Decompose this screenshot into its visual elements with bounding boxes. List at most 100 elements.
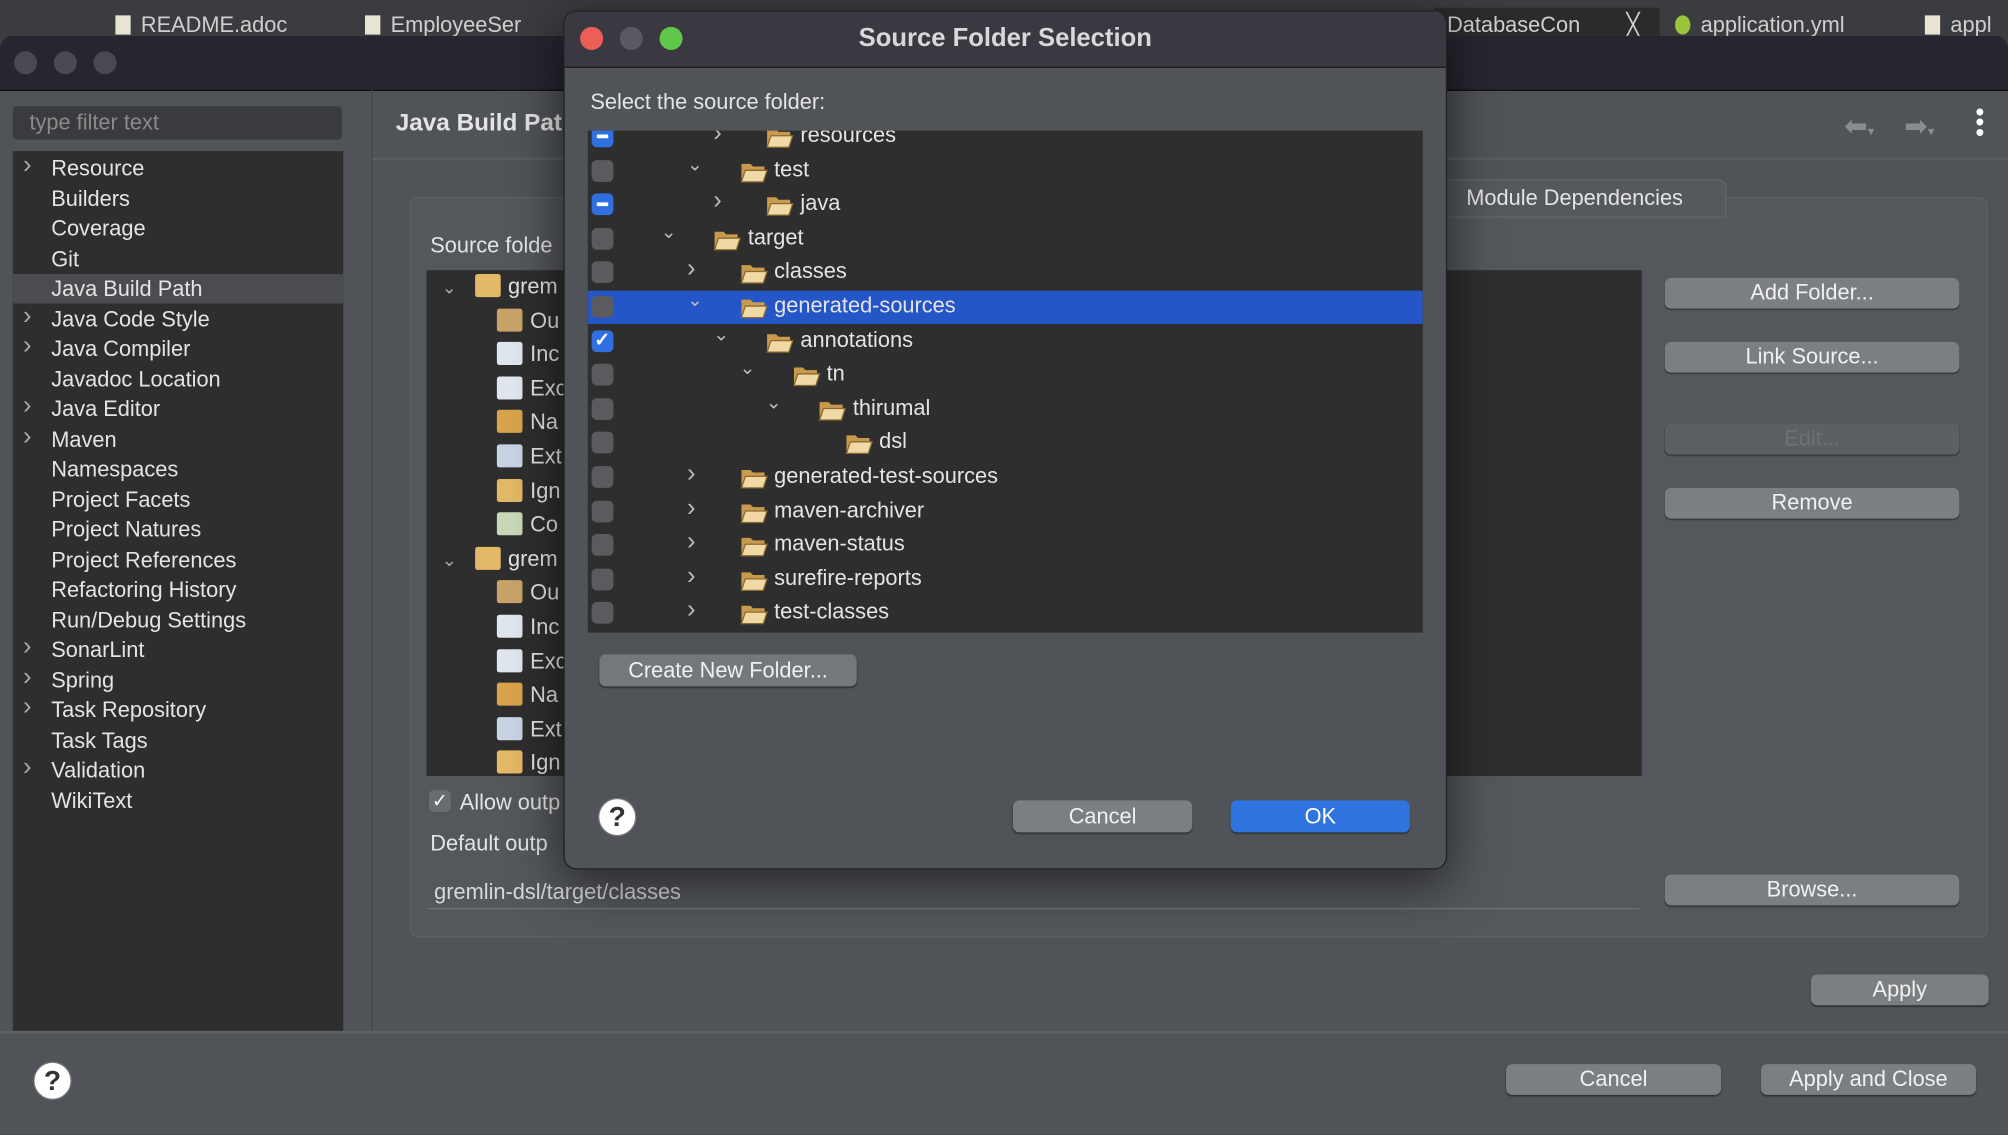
nav-item[interactable]: › Java Editor [13, 392, 343, 423]
tree-row[interactable]: Ou [496, 580, 559, 614]
editor-tab-employee[interactable]: EmployeeSer [364, 13, 544, 39]
folder-tree-row[interactable]: › resources [588, 130, 1423, 154]
chevron-right-icon[interactable]: › [687, 528, 696, 557]
tree-row[interactable]: Na [496, 682, 558, 716]
filter-input[interactable]: type filter text [12, 106, 342, 140]
chevron-right-icon[interactable]: › [687, 562, 696, 591]
chevron-down-icon[interactable]: ⌄ [442, 277, 457, 297]
zoom-button[interactable] [93, 51, 117, 75]
folder-tree-row[interactable]: ⌄ thirumal [588, 390, 1423, 426]
folder-checkbox[interactable] [591, 602, 614, 625]
default-output-field[interactable]: gremlin-dsl/target/classes [427, 876, 1640, 910]
remove-button[interactable]: Remove [1664, 487, 1960, 519]
tree-row[interactable]: Exc [496, 648, 566, 682]
tree-row[interactable]: Ou [496, 308, 559, 341]
chevron-right-icon[interactable]: › [713, 131, 722, 149]
folder-tree-row[interactable]: ⌄ annotations [588, 322, 1423, 358]
nav-item[interactable]: Project References [13, 545, 343, 574]
allow-output-checkbox[interactable]: ✓ [429, 790, 451, 812]
folder-checkbox[interactable] [591, 130, 614, 148]
chevron-right-icon[interactable]: › [23, 693, 32, 722]
nav-item[interactable]: › Spring [13, 663, 343, 694]
help-icon[interactable]: ? [598, 797, 637, 837]
apply-and-close-button[interactable]: Apply and Close [1760, 1064, 1976, 1095]
nav-item[interactable]: › Maven [13, 422, 343, 454]
nav-item[interactable]: Run/Debug Settings [13, 605, 343, 634]
add-folder-button[interactable]: Add Folder... [1664, 277, 1960, 309]
folder-checkbox[interactable] [591, 500, 614, 522]
chevron-right-icon[interactable]: › [713, 187, 722, 216]
nav-item[interactable]: Namespaces [13, 455, 343, 484]
folder-tree-row[interactable]: dsl [588, 427, 1423, 460]
zoom-button[interactable] [659, 26, 683, 50]
chevron-right-icon[interactable]: › [687, 255, 696, 284]
folder-tree-row[interactable]: › maven-status [588, 528, 1423, 562]
nav-item[interactable]: Java Build Path [12, 274, 344, 304]
help-icon[interactable]: ? [33, 1061, 72, 1101]
nav-item[interactable]: WikiText [13, 786, 343, 815]
folder-checkbox[interactable] [591, 363, 614, 386]
tree-row[interactable]: Ext [496, 444, 562, 477]
folder-tree-row[interactable]: › test-classes [588, 596, 1423, 630]
nav-item[interactable]: Project Natures [13, 515, 343, 544]
chevron-down-icon[interactable]: ⌄ [442, 549, 457, 569]
folder-checkbox[interactable] [591, 295, 614, 318]
folder-checkbox[interactable] [591, 193, 614, 216]
create-new-folder-button[interactable]: Create New Folder... [599, 654, 857, 687]
nav-item[interactable]: Coverage [13, 214, 343, 243]
chevron-right-icon[interactable]: › [687, 460, 696, 489]
back-icon[interactable]: ⬅▾ [1844, 110, 1874, 143]
editor-tab-appl[interactable]: appl [1924, 13, 2008, 39]
chevron-down-icon[interactable]: ⌄ [713, 322, 729, 345]
folder-tree-row[interactable]: › surefire-reports [588, 562, 1423, 596]
tree-row[interactable]: Inc [496, 342, 559, 375]
edit-button[interactable]: Edit... [1664, 423, 1960, 455]
folder-checkbox[interactable] [591, 159, 614, 182]
folder-checkbox[interactable] [591, 398, 614, 420]
nav-item[interactable]: › Java Code Style [13, 302, 343, 333]
nav-item[interactable]: › Resource [13, 151, 343, 183]
tree-row[interactable]: Na [496, 410, 558, 443]
apply-button[interactable]: Apply [1810, 974, 1989, 1006]
chevron-down-icon[interactable]: ⌄ [740, 356, 756, 380]
folder-checkbox[interactable] [591, 261, 614, 284]
folder-checkbox[interactable] [591, 432, 614, 454]
chevron-right-icon[interactable]: › [23, 663, 32, 692]
nav-item[interactable]: › Task Repository [13, 693, 343, 724]
tree-row[interactable]: Ext [496, 716, 562, 750]
editor-tab-readme[interactable]: README.adoc [115, 13, 307, 39]
chevron-down-icon[interactable]: ⌄ [766, 390, 782, 414]
ok-button[interactable]: OK [1230, 800, 1410, 833]
tree-row[interactable]: ⌄ grem [442, 546, 558, 580]
folder-tree-row[interactable]: ⌄ test [588, 153, 1423, 187]
tree-row[interactable]: Ign [496, 750, 560, 784]
nav-item[interactable]: Project Facets [13, 485, 343, 514]
nav-item[interactable]: Git [13, 244, 343, 273]
chevron-down-icon[interactable]: ⌄ [687, 288, 703, 311]
chevron-down-icon[interactable]: ⌄ [661, 220, 677, 243]
folder-checkbox[interactable] [591, 466, 614, 488]
minimize-button[interactable] [53, 51, 77, 75]
close-button[interactable] [580, 26, 604, 50]
nav-item[interactable]: › Validation [13, 753, 343, 785]
more-menu-icon[interactable]: • • • [1973, 100, 1986, 146]
folder-tree-row[interactable]: ⌄ generated-sources [587, 288, 1423, 324]
tree-row[interactable]: Exc [496, 376, 566, 409]
chevron-right-icon[interactable]: › [687, 596, 696, 625]
tree-row[interactable]: Co [496, 512, 558, 545]
chevron-right-icon[interactable]: › [23, 392, 32, 421]
folder-checkbox[interactable] [591, 327, 614, 352]
close-button[interactable] [14, 51, 38, 75]
folder-tree-row[interactable]: › classes [588, 255, 1423, 290]
chevron-right-icon[interactable]: › [687, 494, 696, 523]
tree-row[interactable]: Ign [496, 478, 560, 511]
minimize-button[interactable] [619, 26, 643, 50]
forward-icon[interactable]: ➡▾ [1904, 110, 1934, 143]
folder-tree-row[interactable]: › java [588, 187, 1423, 221]
chevron-right-icon[interactable]: › [23, 151, 32, 180]
editor-tab-database[interactable]: DatabaseCon ╳ [1434, 7, 1660, 39]
folder-tree[interactable]: › resources ⌄ test › java ⌄ target › classes ⌄ gene… [587, 130, 1423, 633]
tab-module-dependencies[interactable]: Module Dependencies [1434, 179, 1727, 218]
editor-tab-application-yml[interactable]: application.yml [1675, 13, 1880, 39]
nav-item[interactable]: › SonarLint [13, 633, 343, 664]
